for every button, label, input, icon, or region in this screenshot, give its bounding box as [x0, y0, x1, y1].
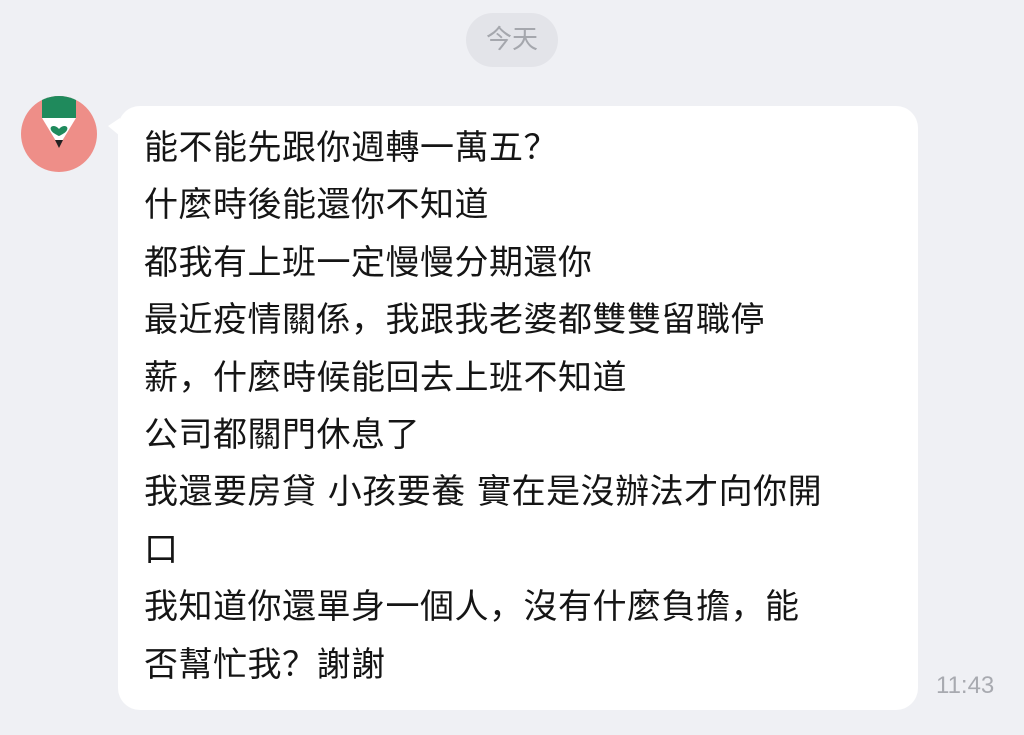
message-line: 我還要房貸 小孩要養 實在是沒辦法才向你開 — [144, 472, 823, 513]
message-line: 薪，什麼時候能回去上班不知道 — [144, 357, 627, 398]
chat-view: 今天 能不能先跟你週轉一萬五？ 什麼時後能還你不知道 都我有上班一定慢慢分期還你… — [0, 0, 1024, 735]
message-timestamp: 11:43 — [936, 672, 995, 699]
message-line: 能不能先跟你週轉一萬五？ — [144, 128, 558, 168]
message-line: 都我有上班一定慢慢分期還你 — [144, 242, 593, 283]
message-line: 否幫忙我？謝謝 — [144, 644, 386, 685]
message-line: 口 — [144, 529, 179, 570]
message-line: 公司都關門休息了 — [144, 415, 420, 456]
message-line: 什麼時後能還你不知道 — [144, 185, 489, 226]
pencil-heart-icon — [42, 96, 76, 148]
message-line: 最近疫情關係，我跟我老婆都雙雙留職停 — [144, 300, 765, 341]
message-bubble[interactable]: 能不能先跟你週轉一萬五？ 什麼時後能還你不知道 都我有上班一定慢慢分期還你 最近… — [118, 106, 918, 710]
date-separator: 今天 — [466, 13, 558, 67]
avatar[interactable] — [21, 96, 97, 172]
message-line: 我知道你還單身一個人，沒有什麼負擔，能 — [144, 587, 800, 628]
